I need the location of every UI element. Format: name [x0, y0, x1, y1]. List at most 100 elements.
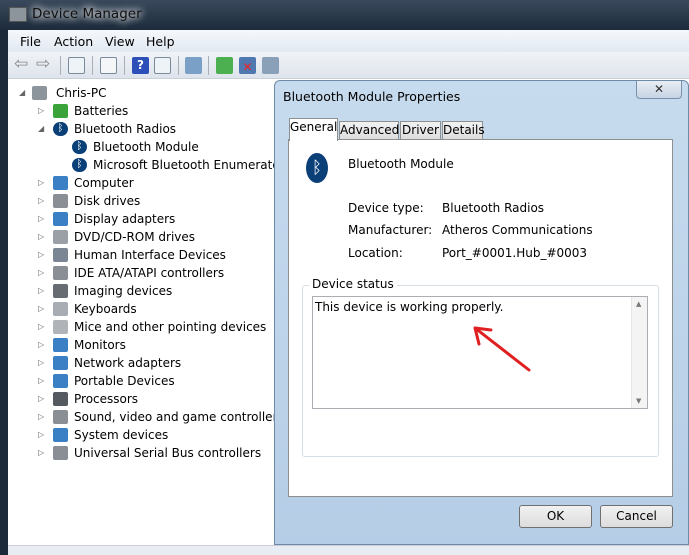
ide-icon [53, 266, 68, 280]
mouse-icon [53, 320, 68, 334]
device-manager-icon [9, 7, 27, 22]
close-button[interactable]: ✕ [636, 81, 682, 99]
cancel-button[interactable]: Cancel [600, 505, 673, 528]
separator [92, 56, 93, 75]
tree-node-label: Sound, video and game controllers [74, 410, 284, 424]
tree-node-label: Mice and other pointing devices [74, 320, 267, 334]
forward-icon[interactable]: ⇨ [36, 54, 53, 74]
collapse-icon[interactable]: ◢ [19, 84, 27, 102]
hid-icon [53, 248, 68, 262]
console-tree-icon[interactable] [68, 57, 85, 74]
expand-icon[interactable]: ▷ [38, 210, 46, 228]
location-label: Location: [348, 246, 403, 260]
menu-file[interactable]: File [20, 34, 41, 49]
system-icon [53, 428, 68, 442]
separator [124, 56, 125, 75]
camera-icon [53, 284, 68, 298]
tree-node-label: Imaging devices [74, 284, 173, 298]
expand-icon[interactable]: ▷ [38, 300, 46, 318]
menu-help[interactable]: Help [146, 34, 175, 49]
separator [178, 56, 179, 75]
expand-icon[interactable]: ▷ [38, 426, 46, 444]
tab-general[interactable]: General [289, 118, 338, 141]
red-annotation-arrow [473, 326, 531, 372]
bluetooth-icon: ᛒ [72, 158, 87, 172]
tree-node-label: IDE ATA/ATAPI controllers [74, 266, 225, 280]
separator [208, 56, 209, 75]
tree-node-label: Microsoft Bluetooth Enumerator [93, 158, 285, 172]
scroll-up-icon[interactable]: ▲ [636, 300, 641, 308]
device-tree: ◢ Chris-PC ▷ Batteries ◢ ᛒ Bluetooth Radios ᛒ… [10, 80, 285, 550]
tree-node-label: Batteries [74, 104, 129, 118]
ok-button[interactable]: OK [519, 505, 592, 528]
expand-icon[interactable]: ▷ [38, 336, 46, 354]
tree-node-label: Processors [74, 392, 139, 406]
computer-icon [53, 176, 68, 190]
tree-node-label: System devices [74, 428, 169, 442]
battery-icon [53, 104, 68, 118]
title-bar: Device Manager [0, 0, 689, 30]
expand-icon[interactable]: ▷ [38, 246, 46, 264]
expand-icon[interactable]: ▷ [38, 228, 46, 246]
expand-icon[interactable]: ▷ [38, 372, 46, 390]
expand-icon[interactable]: ▷ [38, 408, 46, 426]
expand-icon[interactable]: ▷ [38, 390, 46, 408]
scan-hardware-icon[interactable] [185, 57, 202, 74]
tree-node-label: Universal Serial Bus controllers [74, 446, 262, 460]
tree-node-label: Bluetooth Radios [74, 122, 177, 136]
tab-driver[interactable]: Driver [400, 121, 441, 140]
processor-icon [53, 392, 68, 406]
disk-icon [53, 194, 68, 208]
portable-icon [53, 374, 68, 388]
window-title: Device Manager [32, 6, 142, 22]
tree-node-label: Computer [74, 176, 134, 190]
help-icon[interactable]: ? [132, 57, 149, 74]
disable-icon[interactable] [262, 57, 279, 74]
expand-icon[interactable]: ▷ [38, 102, 46, 120]
separator [60, 56, 61, 75]
expand-icon[interactable]: ▷ [38, 264, 46, 282]
tree-node-label: Portable Devices [74, 374, 175, 388]
monitor-icon [53, 338, 68, 352]
device-type-value: Bluetooth Radios [442, 201, 545, 215]
tree-node-label: DVD/CD-ROM drives [74, 230, 196, 244]
status-scrollbar[interactable]: ▲ ▼ [631, 297, 647, 408]
action-pane-icon[interactable] [154, 57, 171, 74]
tab-advanced[interactable]: Advanced [339, 121, 399, 140]
expand-icon[interactable]: ▷ [38, 174, 46, 192]
tree-node-label: Network adapters [74, 356, 182, 370]
menu-action[interactable]: Action [54, 34, 93, 49]
expand-icon[interactable]: ▷ [38, 282, 46, 300]
properties-dialog: Bluetooth Module Properties ✕ General Ad… [274, 80, 689, 545]
device-status-label: Device status [309, 277, 397, 291]
expand-icon[interactable]: ▷ [38, 444, 46, 462]
device-type-label: Device type: [348, 201, 424, 215]
device-status-text: This device is working properly. [315, 300, 504, 314]
uninstall-icon[interactable]: ✕ [239, 57, 256, 74]
expand-icon[interactable]: ▷ [38, 354, 46, 372]
tab-details[interactable]: Details [442, 121, 485, 140]
toolbar: ⇦ ⇨ ? ✕ [8, 52, 689, 79]
properties-icon[interactable] [100, 57, 117, 74]
update-driver-icon[interactable] [216, 57, 233, 74]
expand-icon[interactable]: ▷ [38, 192, 46, 210]
bluetooth-icon: ᛒ [72, 140, 87, 154]
sound-icon [53, 410, 68, 424]
dvd-icon [53, 230, 68, 244]
tree-node-label: Human Interface Devices [74, 248, 226, 262]
scroll-down-icon[interactable]: ▼ [636, 397, 641, 405]
tree-node-label: Chris-PC [56, 86, 107, 100]
expand-icon[interactable]: ▷ [38, 318, 46, 336]
back-icon[interactable]: ⇦ [14, 54, 31, 74]
status-bar [8, 545, 689, 555]
collapse-icon[interactable]: ◢ [38, 120, 46, 138]
menu-view[interactable]: View [105, 34, 135, 49]
tree-node-label: Display adapters [74, 212, 176, 226]
dialog-title: Bluetooth Module Properties [283, 89, 461, 104]
tree-node-label: Bluetooth Module [93, 140, 199, 154]
keyboard-icon [53, 302, 68, 316]
network-icon [53, 356, 68, 370]
usb-icon [53, 446, 68, 460]
display-icon [53, 212, 68, 226]
device-name: Bluetooth Module [348, 157, 454, 171]
